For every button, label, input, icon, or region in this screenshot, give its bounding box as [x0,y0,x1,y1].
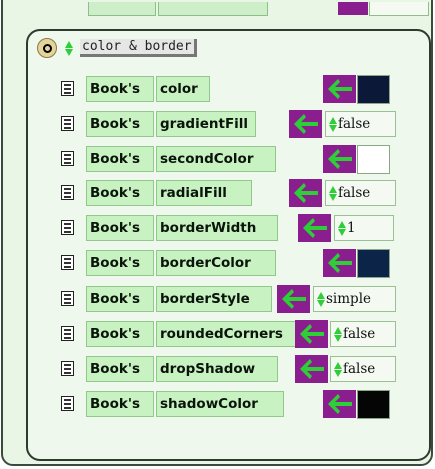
owner-tile[interactable]: Book's [86,286,154,312]
value-box[interactable]: false [330,321,396,347]
collapse-circle-icon[interactable] [37,38,57,58]
assign-button[interactable] [323,75,356,103]
color-swatch[interactable] [357,249,390,278]
tile-menu-icon[interactable] [61,151,74,166]
tile-menu-icon[interactable] [61,291,74,306]
assign-button[interactable] [295,320,328,348]
slot-row-radialFill: Book's radialFill false [60,178,430,207]
slot-row-roundedCorners: Book's roundedCorners false [60,319,430,348]
tile-menu-icon[interactable] [61,220,74,235]
slot-row-gradientFill: Book's gradientFill false [60,109,430,138]
slot-row-color: Book's color [60,74,430,104]
assign-button[interactable] [277,285,310,313]
assign-button[interactable] [323,390,356,418]
assign-arrow-icon [299,324,324,344]
slot-name-tile[interactable]: gradientFill [156,111,256,137]
tile-menu-icon[interactable] [61,116,74,131]
value-text: simple [326,291,371,307]
slot-name-tile[interactable]: radialFill [156,180,252,206]
value-box[interactable]: simple [313,286,396,312]
assign-arrow-icon [327,394,352,414]
value-box[interactable]: false [330,356,396,382]
value-box[interactable]: 1 [334,215,394,241]
assign-arrow-icon [293,183,318,203]
owner-tile[interactable]: Book's [86,321,154,347]
slot-row-borderColor: Book's borderColor [60,248,430,278]
assign-button[interactable] [289,110,322,138]
tile-menu-icon[interactable] [61,326,74,341]
assign-button[interactable] [298,214,331,242]
color-swatch[interactable] [357,390,390,419]
assign-button[interactable] [323,249,356,277]
slot-name-tile[interactable]: secondColor [156,146,276,172]
assign-arrow-icon [327,149,352,169]
tile-menu-icon[interactable] [61,255,74,270]
up-down-arrows-icon[interactable] [328,115,337,133]
tile-menu-icon[interactable] [61,361,74,376]
assign-button[interactable] [289,179,322,207]
assign-arrow-icon [293,114,318,134]
assign-arrow-icon [302,218,327,238]
owner-tile[interactable]: Book's [86,356,154,382]
slot-name-tile[interactable]: color [156,76,210,102]
slot-row-borderWidth: Book's borderWidth 1 [60,213,430,242]
slot-name-tile[interactable]: shadowColor [156,391,284,417]
color-swatch[interactable] [357,75,390,104]
slot-name-tile[interactable]: borderStyle [156,286,272,312]
up-down-arrows-icon[interactable] [337,219,346,237]
partial-value-box[interactable] [369,2,429,16]
slot-name-tile[interactable]: borderWidth [156,215,278,241]
partial-tile[interactable] [88,2,156,16]
value-text: false [343,361,376,377]
tile-menu-icon[interactable] [61,81,74,96]
up-down-arrows-icon[interactable] [64,39,74,57]
partial-assign-button[interactable] [338,2,368,15]
assign-button[interactable] [323,145,356,173]
owner-tile[interactable]: Book's [86,391,154,417]
category-name[interactable]: color & border [80,39,197,57]
up-down-arrows-icon[interactable] [316,290,325,308]
assign-arrow-icon [327,79,352,99]
color-swatch[interactable] [357,145,390,174]
slot-name-tile[interactable]: roundedCorners [156,321,308,347]
tile-menu-icon[interactable] [61,396,74,411]
value-text: false [343,326,376,342]
assign-arrow-icon [281,289,306,309]
owner-tile[interactable]: Book's [86,146,154,172]
owner-tile[interactable]: Book's [86,250,154,276]
slot-row-borderStyle: Book's borderStyle simple [60,284,430,313]
slot-row-dropShadow: Book's dropShadow false [60,354,430,383]
up-down-arrows-icon[interactable] [333,360,342,378]
slot-row-shadowColor: Book's shadowColor [60,389,430,419]
slot-name-tile[interactable]: borderColor [156,250,276,276]
partial-tile[interactable] [158,2,268,16]
up-down-arrows-icon[interactable] [328,184,337,202]
value-text: 1 [347,220,356,236]
value-box[interactable]: false [325,180,396,206]
owner-tile[interactable]: Book's [86,111,154,137]
assign-arrow-icon [327,253,352,273]
slot-row-secondColor: Book's secondColor [60,144,430,174]
up-down-arrows-icon[interactable] [333,325,342,343]
value-box[interactable]: false [325,111,396,137]
owner-tile[interactable]: Book's [86,215,154,241]
owner-tile[interactable]: Book's [86,76,154,102]
assign-button[interactable] [295,355,328,383]
slot-name-tile[interactable]: dropShadow [156,356,278,382]
owner-tile[interactable]: Book's [86,180,154,206]
tile-menu-icon[interactable] [61,185,74,200]
value-text: false [338,116,371,132]
category-header: color & border [37,36,197,60]
assign-arrow-icon [299,359,324,379]
value-text: false [338,185,371,201]
